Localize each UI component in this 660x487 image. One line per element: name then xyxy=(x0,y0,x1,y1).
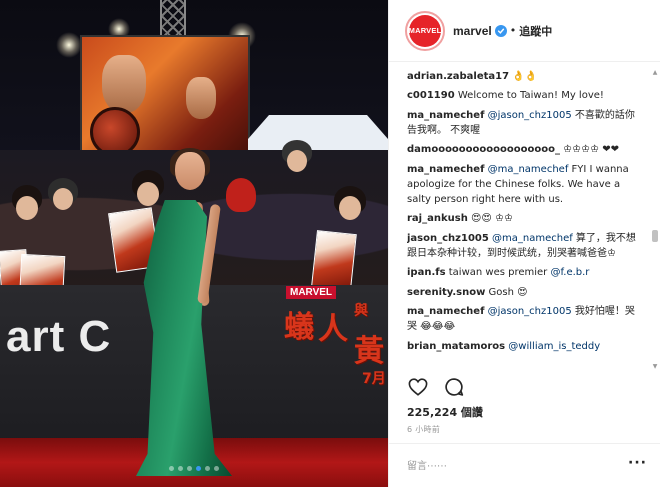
marvel-logo: MARVEL xyxy=(286,286,337,299)
person-face xyxy=(175,152,205,190)
post-photo[interactable]: art C MARVEL 蟻 人 與 黃 7月 xyxy=(0,0,388,487)
comment-mention[interactable]: @ma_namechef xyxy=(489,233,573,244)
film-title-char: 人 xyxy=(318,312,348,347)
post-detail-panel: MARVEL marvel • 追蹤中 adrian.zabaleta17 👌👌… xyxy=(388,0,660,487)
comment-mention[interactable]: @jason_chz1005 xyxy=(484,306,572,317)
scroll-thumb[interactable] xyxy=(652,230,658,242)
comment-username[interactable]: serenity.snow xyxy=(407,287,485,298)
comment-mention[interactable]: @f.e.b.r xyxy=(550,267,589,278)
comment-item: raj_ankush 😍😍 ♔♔ xyxy=(407,211,643,226)
post-header: MARVEL marvel • 追蹤中 xyxy=(389,0,660,62)
comment-text: Gosh 😍 xyxy=(485,286,528,298)
comment-text: taiwan wes premier xyxy=(445,267,551,278)
fan xyxy=(16,196,38,220)
comment-username[interactable]: raj_ankush xyxy=(407,213,468,224)
comment-text: Welcome to Taiwan! My love! xyxy=(454,90,604,101)
comment-list[interactable]: adrian.zabaleta17 👌👌 c001190 Welcome to T… xyxy=(407,64,643,372)
comment-item: ipan.fs taiwan wes premier @f.e.b.r xyxy=(407,265,643,280)
film-date: 7月 xyxy=(362,371,386,387)
comment-item: serenity.snow Gosh 😍 xyxy=(407,285,643,300)
marvel-logo: MARVEL xyxy=(409,14,441,47)
scroll-down-icon[interactable]: ▼ xyxy=(652,364,658,370)
comment-username[interactable]: ma_namechef xyxy=(407,110,484,121)
comment-item: ma_namechef @ma_namechef FYI I wanna apo… xyxy=(407,162,643,207)
add-comment-bar: ··· xyxy=(389,443,660,487)
post-actions xyxy=(407,376,465,398)
wall-text: art C xyxy=(6,312,112,361)
like-count[interactable]: 225,224 個讚 xyxy=(407,404,483,420)
comment-text: 👌👌 xyxy=(509,70,538,82)
comment-item: adrian.zabaleta17 👌👌 xyxy=(407,69,643,84)
comment-mention[interactable]: @william_is_teddy xyxy=(505,341,600,352)
verified-badge-icon xyxy=(494,24,507,37)
film-title: MARVEL 蟻 人 與 黃 7月 xyxy=(282,286,388,406)
more-options-icon[interactable]: ··· xyxy=(628,455,647,471)
comment-item: brian_matamoros @william_is_teddy xyxy=(407,339,643,354)
separator: • xyxy=(509,24,517,37)
comment-username[interactable]: adrian.zabaleta17 xyxy=(407,71,509,82)
carousel-dot[interactable] xyxy=(205,466,210,471)
comment-text: ♔♔♔♔ ❤❤ xyxy=(560,144,619,155)
avatar[interactable]: MARVEL xyxy=(405,10,445,51)
film-title-char: 蟻 xyxy=(284,310,314,345)
username-link[interactable]: marvel xyxy=(453,24,492,38)
fan xyxy=(339,196,361,220)
carousel-indicator xyxy=(0,466,388,471)
comment-username[interactable]: c001190 xyxy=(407,90,455,101)
carousel-dot[interactable] xyxy=(196,466,201,471)
stage-light xyxy=(56,32,82,58)
film-title-char: 與 xyxy=(354,303,368,319)
poster-face xyxy=(186,77,216,119)
comment-username[interactable]: ma_namechef xyxy=(407,306,484,317)
comment-item: jason_chz1005 @ma_namechef 算了，我不想跟日本杂种计较… xyxy=(407,231,643,261)
comment-input[interactable] xyxy=(407,456,617,476)
follow-status-button[interactable]: 追蹤中 xyxy=(519,23,552,39)
fan xyxy=(287,150,307,172)
comment-mention[interactable]: @jason_chz1005 xyxy=(484,110,572,121)
carousel-dot[interactable] xyxy=(178,466,183,471)
comment-icon[interactable] xyxy=(443,376,465,398)
carousel-dot[interactable] xyxy=(169,466,174,471)
comment-item: ma_namechef @jason_chz1005 不喜歡的話你告我啊。 不爽… xyxy=(407,108,643,138)
comment-scrollbar[interactable]: ▲ ▼ xyxy=(652,70,658,370)
fan xyxy=(53,188,73,210)
fan-spiderman-mask xyxy=(226,178,256,212)
comment-username[interactable]: ma_namechef xyxy=(407,164,484,175)
scroll-up-icon[interactable]: ▲ xyxy=(652,70,658,76)
film-title-char: 黃 xyxy=(354,334,384,369)
comment-username[interactable]: jason_chz1005 xyxy=(407,233,489,244)
comment-text: 😍😍 ♔♔ xyxy=(467,213,513,224)
poster-face xyxy=(102,55,146,113)
comment-mention[interactable]: @ma_namechef xyxy=(484,164,569,175)
comment-item: ma_namechef @jason_chz1005 我好怕喔！哭哭 😂😂😂 xyxy=(407,304,643,334)
fan xyxy=(137,182,159,206)
carousel-dot[interactable] xyxy=(187,466,192,471)
comment-item: c001190 Welcome to Taiwan! My love! xyxy=(407,88,643,103)
fan-poster xyxy=(311,230,357,290)
post-timestamp[interactable]: 6 小時前 xyxy=(407,424,440,435)
carousel-dot[interactable] xyxy=(214,466,219,471)
comment-item: damoooooooooooooooooo_ ♔♔♔♔ ❤❤ xyxy=(407,142,643,157)
heart-icon[interactable] xyxy=(407,376,429,398)
comment-username[interactable]: ipan.fs xyxy=(407,267,446,278)
comment-username[interactable]: brian_matamoros xyxy=(407,341,505,352)
comment-username[interactable]: damoooooooooooooooooo_ xyxy=(407,144,560,155)
